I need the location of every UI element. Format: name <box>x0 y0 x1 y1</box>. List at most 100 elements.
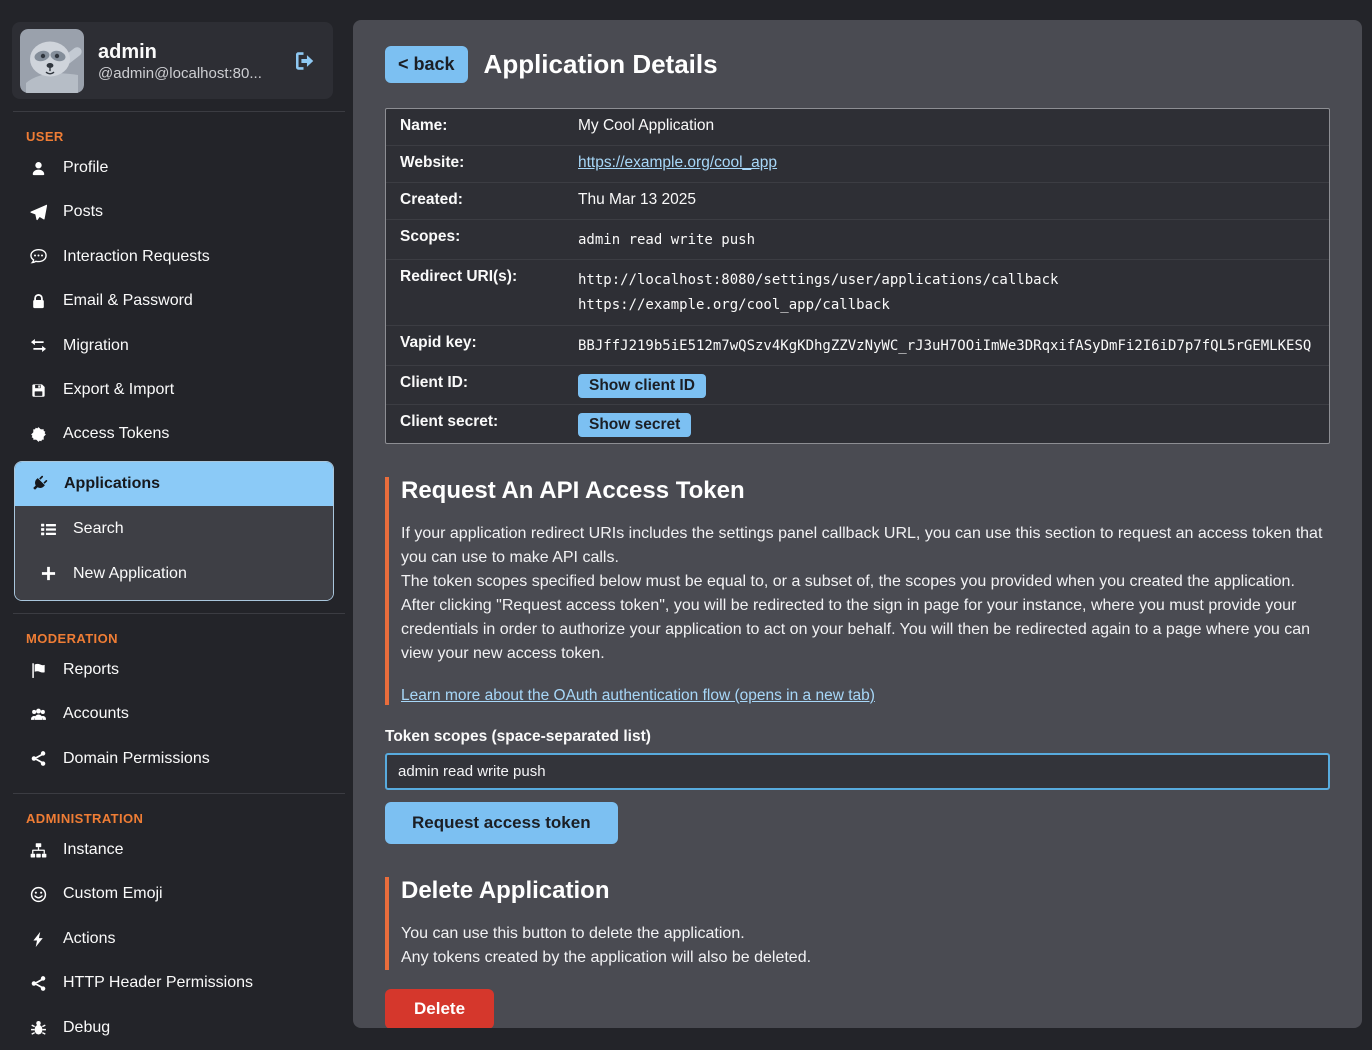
sidebar-item-migration[interactable]: Migration <box>0 324 345 368</box>
user-card-text: admin @admin@localhost:80... <box>98 40 262 82</box>
page-header: < back Application Details <box>385 46 1330 83</box>
show-secret-button[interactable]: Show secret <box>578 413 691 437</box>
nav-section-label-administration: ADMINISTRATION <box>26 811 345 826</box>
request-token-button[interactable]: Request access token <box>385 802 618 844</box>
paragraph: You can use this button to delete the ap… <box>401 922 1330 946</box>
detail-row-client-secret: Client secret:Show secret <box>386 404 1329 443</box>
request-token-section: Request An API Access Token If your appl… <box>385 477 1330 705</box>
list-icon <box>38 521 58 538</box>
sidebar-item-label: Domain Permissions <box>63 748 210 770</box>
detail-label: Redirect URI(s): <box>400 266 578 286</box>
mono-value: http://localhost:8080/settings/user/appl… <box>578 268 1058 293</box>
sitemap-icon <box>28 842 48 859</box>
sidebar-item-label: Debug <box>63 1017 110 1039</box>
lock-icon <box>28 293 48 310</box>
detail-row-created: Created:Thu Mar 13 2025 <box>386 182 1329 219</box>
users-icon <box>28 706 48 723</box>
plus-icon <box>38 565 58 582</box>
detail-value: BBJffJ219b5iE512m7wQSzv4KgKDhgZZVzNyWC_r… <box>578 332 1311 359</box>
bug-icon <box>28 1019 48 1036</box>
detail-row-client-id: Client ID:Show client ID <box>386 365 1329 404</box>
sidebar-item-access-tokens[interactable]: Access Tokens <box>0 412 345 456</box>
sidebar-item-actions[interactable]: Actions <box>0 917 345 961</box>
detail-label: Name: <box>400 115 578 135</box>
sidebar-item-debug[interactable]: Debug <box>0 1006 345 1050</box>
sidebar-item-new-application[interactable]: New Application <box>15 552 333 596</box>
request-token-description: If your application redirect URIs includ… <box>401 522 1330 666</box>
share-nodes-icon <box>28 975 48 992</box>
sidebar-item-email-password[interactable]: Email & Password <box>0 279 345 323</box>
detail-label: Scopes: <box>400 226 578 246</box>
sidebar-item-custom-emoji[interactable]: Custom Emoji <box>0 872 345 916</box>
sidebar-item-accounts[interactable]: Accounts <box>0 692 345 736</box>
certificate-icon <box>28 426 48 443</box>
detail-value: Show client ID <box>578 372 706 398</box>
sidebar-item-domain-permissions[interactable]: Domain Permissions <box>0 737 345 781</box>
floppy-disk-icon <box>28 382 48 399</box>
sidebar-item-http-header-permissions[interactable]: HTTP Header Permissions <box>0 961 345 1005</box>
oauth-docs-link[interactable]: Learn more about the OAuth authenticatio… <box>401 687 875 705</box>
delete-button[interactable]: Delete <box>385 989 494 1028</box>
detail-label: Website: <box>400 152 578 172</box>
nav-group-applications: Applications Search New Application <box>14 461 334 601</box>
smiley-icon <box>28 886 48 903</box>
user-card[interactable]: admin @admin@localhost:80... <box>12 22 333 99</box>
paragraph: The token scopes specified below must be… <box>401 570 1330 594</box>
detail-value: My Cool Application <box>578 115 714 139</box>
website-link[interactable]: https://example.org/cool_app <box>578 154 777 171</box>
sidebar-item-instance[interactable]: Instance <box>0 828 345 872</box>
sidebar-nav: USERProfilePostsInteraction RequestsEmai… <box>0 129 345 1050</box>
sidebar-item-label: Profile <box>63 157 108 179</box>
sidebar-item-label: Custom Emoji <box>63 883 163 905</box>
sidebar-item-profile[interactable]: Profile <box>0 146 345 190</box>
mono-value: admin read write push <box>578 228 755 253</box>
user-icon <box>28 160 48 177</box>
sign-out-icon[interactable] <box>293 49 317 73</box>
sidebar-item-interaction-requests[interactable]: Interaction Requests <box>0 235 345 279</box>
sidebar-divider <box>13 111 345 112</box>
mono-value: https://example.org/cool_app/callback <box>578 293 1058 318</box>
back-button[interactable]: < back <box>385 46 468 83</box>
sidebar-item-applications[interactable]: Applications <box>15 462 333 506</box>
plug-icon <box>29 475 49 492</box>
sidebar-item-label: HTTP Header Permissions <box>63 972 253 994</box>
username: admin <box>98 40 262 65</box>
detail-value: http://localhost:8080/settings/user/appl… <box>578 266 1058 318</box>
sidebar-item-export-import[interactable]: Export & Import <box>0 368 345 412</box>
sidebar-item-label: Migration <box>63 335 129 357</box>
delete-application-section: Delete Application You can use this butt… <box>385 877 1330 970</box>
delete-application-description: You can use this button to delete the ap… <box>401 922 1330 970</box>
detail-value: Show secret <box>578 411 691 437</box>
sidebar-item-label: Reports <box>63 659 119 681</box>
flag-icon <box>28 662 48 679</box>
sidebar-item-label: Accounts <box>63 703 129 725</box>
detail-row-name: Name:My Cool Application <box>386 109 1329 145</box>
sidebar-item-label: Actions <box>63 928 115 950</box>
mono-value: BBJffJ219b5iE512m7wQSzv4KgKDhgZZVzNyWC_r… <box>578 334 1311 359</box>
detail-row-website: Website:https://example.org/cool_app <box>386 145 1329 182</box>
user-handle: @admin@localhost:80... <box>98 65 262 82</box>
sidebar-item-label: Interaction Requests <box>63 246 210 268</box>
paragraph: After clicking "Request access token", y… <box>401 594 1330 666</box>
sidebar-item-posts[interactable]: Posts <box>0 190 345 234</box>
nav-section-label-moderation: MODERATION <box>26 631 345 646</box>
detail-value: Thu Mar 13 2025 <box>578 189 696 213</box>
page-title: Application Details <box>484 49 718 80</box>
show-client-id-button[interactable]: Show client ID <box>578 374 706 398</box>
sidebar: admin @admin@localhost:80... USERProfile… <box>0 0 345 1041</box>
detail-label: Client ID: <box>400 372 578 392</box>
sidebar-item-label: Search <box>73 518 124 540</box>
sidebar-divider <box>13 613 345 614</box>
sidebar-item-label: Email & Password <box>63 290 193 312</box>
sidebar-item-label: Export & Import <box>63 379 174 401</box>
sidebar-item-search[interactable]: Search <box>15 507 333 551</box>
avatar <box>20 29 84 93</box>
sidebar-item-label: New Application <box>73 563 187 585</box>
request-token-title: Request An API Access Token <box>401 477 1330 505</box>
sidebar-item-reports[interactable]: Reports <box>0 648 345 692</box>
paragraph: Any tokens created by the application wi… <box>401 946 1330 970</box>
detail-label: Vapid key: <box>400 332 578 352</box>
token-scopes-input[interactable] <box>385 753 1330 790</box>
detail-row-scopes: Scopes:admin read write push <box>386 219 1329 259</box>
detail-label: Created: <box>400 189 578 209</box>
